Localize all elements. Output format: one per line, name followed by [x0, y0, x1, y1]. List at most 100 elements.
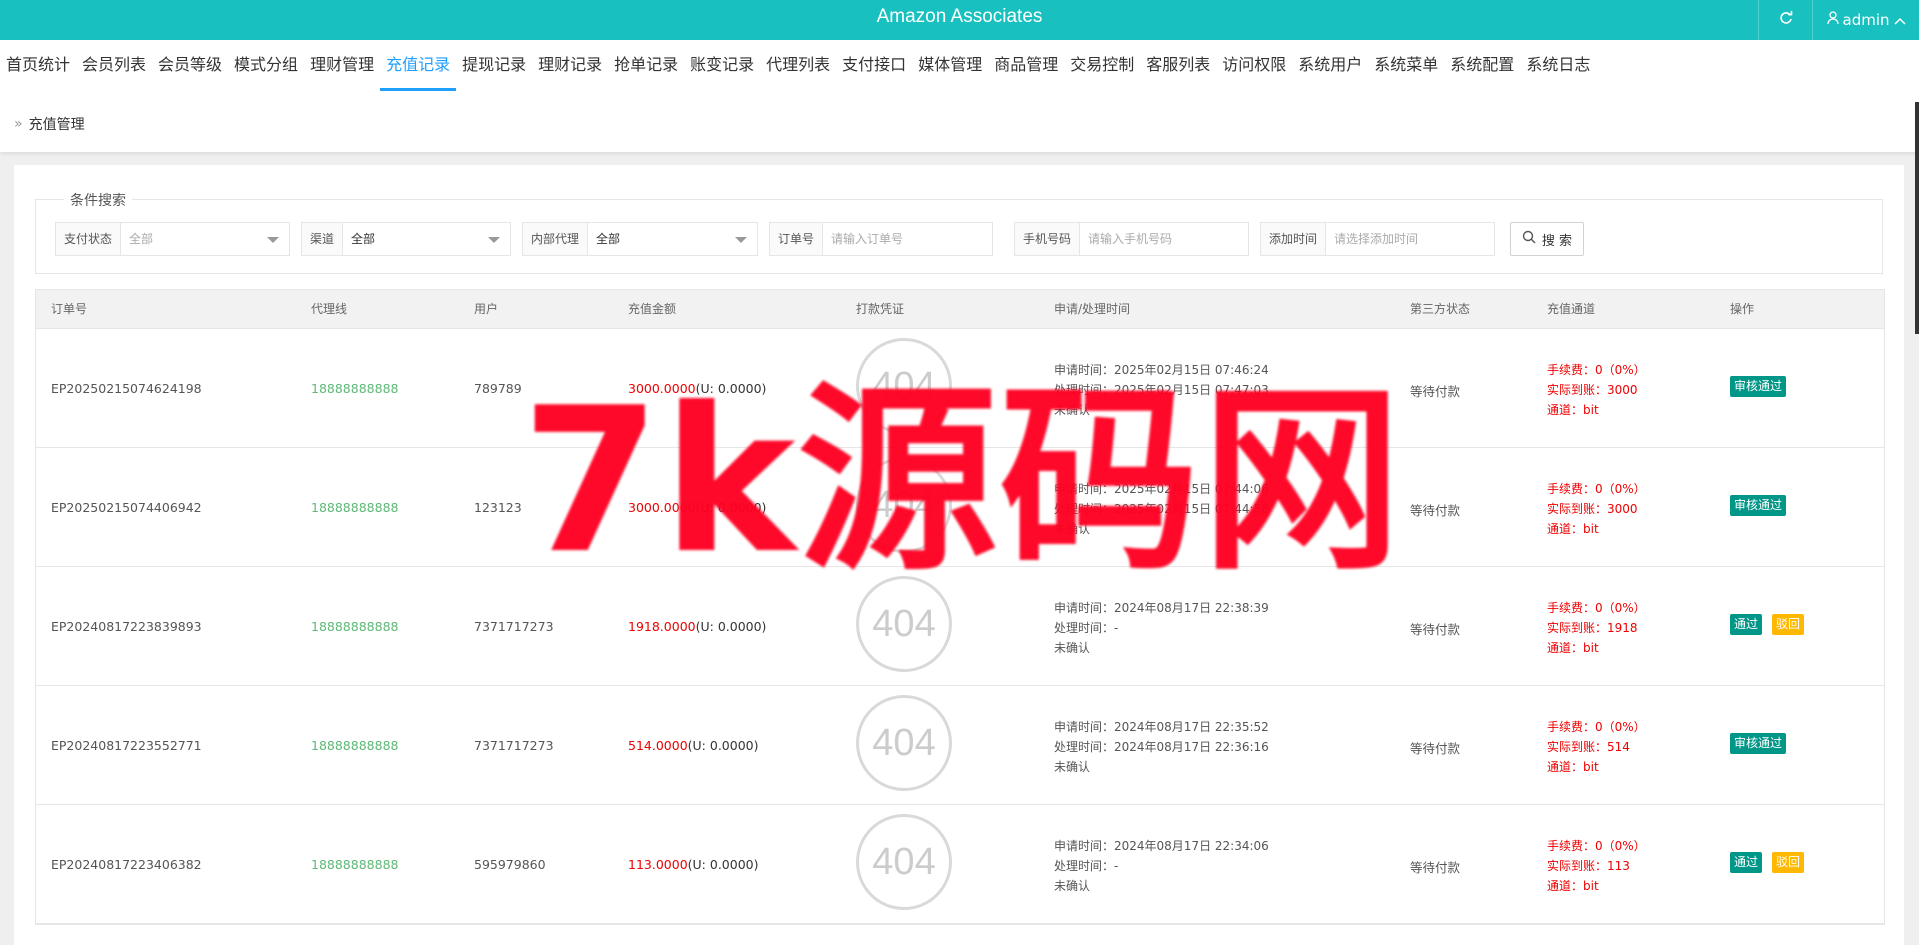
- row-actions: 审核通过: [1730, 376, 1787, 397]
- refresh-icon: [1779, 11, 1793, 29]
- pay-status-value: 全部: [121, 223, 289, 255]
- refresh-button[interactable]: [1758, 0, 1812, 40]
- recharge-channel: 手续费：0（0%） 实际到账：113 通道：bit: [1547, 836, 1646, 896]
- fee: 手续费：0（0%）: [1547, 482, 1646, 496]
- search-form: 条件搜索 支付状态 全部 渠道 全部 内部代理 全部 订单号 请输入订单号 手机…: [35, 190, 1883, 274]
- fee: 手续费：0（0%）: [1547, 363, 1646, 377]
- amount-value: 514.0000: [628, 738, 688, 753]
- nav-item[interactable]: 系统日志: [1520, 40, 1596, 91]
- nav-item[interactable]: 访问权限: [1216, 40, 1292, 91]
- column-header: 代理线: [311, 302, 348, 316]
- nav-item[interactable]: 交易控制: [1064, 40, 1140, 91]
- phone-field[interactable]: 手机号码 请输入手机号码: [1014, 222, 1249, 256]
- nav-item[interactable]: 账变记录: [684, 40, 760, 91]
- nav-item[interactable]: 会员等级: [152, 40, 228, 91]
- nav-item[interactable]: 理财记录: [532, 40, 608, 91]
- third-party-status: 等待付款: [1410, 741, 1461, 756]
- actual-amount: 实际到账：514: [1547, 740, 1630, 754]
- channel-select[interactable]: 渠道 全部: [301, 222, 511, 256]
- nav-item[interactable]: 抢单记录: [608, 40, 684, 91]
- breadcrumb-current: 充值管理: [28, 117, 85, 133]
- agent-line: 18888888888: [311, 857, 399, 872]
- row-actions: 审核通过: [1730, 733, 1787, 754]
- pay-status-select[interactable]: 支付状态 全部: [55, 222, 290, 256]
- nav-item[interactable]: 商品管理: [988, 40, 1064, 91]
- usdt-value: (U: 0.0000): [687, 738, 759, 753]
- payment-proof-image[interactable]: 404: [856, 814, 952, 910]
- chevron-down-icon: [267, 237, 279, 243]
- approve-button[interactable]: 通过: [1730, 614, 1763, 635]
- channel-name: 通道：bit: [1547, 403, 1599, 417]
- audit-pass-button[interactable]: 审核通过: [1730, 495, 1787, 516]
- agent-line: 18888888888: [311, 500, 399, 515]
- nav-item[interactable]: 模式分组: [228, 40, 304, 91]
- top-bar: Amazon Associates admin: [0, 0, 1919, 40]
- audit-pass-button[interactable]: 审核通过: [1730, 733, 1787, 754]
- third-party-status: 等待付款: [1410, 622, 1461, 637]
- process-time: 处理时间：-: [1054, 621, 1119, 635]
- fee: 手续费：0（0%）: [1547, 839, 1646, 853]
- search-button-label: 搜 索: [1541, 233, 1573, 249]
- apply-time: 申请时间：2024年08月17日 22:35:52: [1054, 720, 1269, 734]
- add-time-field[interactable]: 添加时间 请选择添加时间: [1260, 222, 1495, 256]
- usdt-value: (U: 0.0000): [695, 619, 767, 634]
- double-chevron-right-icon: »: [14, 116, 23, 132]
- process-time: 处理时间：2024年08月17日 22:36:16: [1054, 740, 1269, 754]
- internal-agent-label: 内部代理: [523, 223, 589, 255]
- nav-item[interactable]: 系统配置: [1444, 40, 1520, 91]
- user-id: 7371717273: [474, 619, 554, 634]
- user-icon: [1826, 11, 1839, 29]
- reject-button[interactable]: 驳回: [1772, 852, 1805, 873]
- recharge-amount: 1918.0000(U: 0.0000): [628, 619, 766, 634]
- nav-item[interactable]: 系统用户: [1292, 40, 1368, 91]
- agent-line: 18888888888: [311, 738, 399, 753]
- order-no-field[interactable]: 订单号 请输入订单号: [769, 222, 993, 256]
- column-header: 订单号: [51, 302, 88, 316]
- channel-name: 通道：bit: [1547, 522, 1599, 536]
- user-menu[interactable]: admin: [1812, 0, 1919, 40]
- recharge-channel: 手续费：0（0%） 实际到账：1918 通道：bit: [1547, 598, 1646, 658]
- nav-item[interactable]: 支付接口: [836, 40, 912, 91]
- column-header: 充值通道: [1547, 302, 1596, 316]
- nav-item[interactable]: 提现记录: [456, 40, 532, 91]
- nav-item[interactable]: 系统菜单: [1368, 40, 1444, 91]
- main-nav: 首页统计 会员列表 会员等级 模式分组 理财管理 充值记录 提现记录 理财记录 抢单记录 账变记录…: [0, 40, 1596, 92]
- nav-item[interactable]: 媒体管理: [912, 40, 988, 91]
- phone-label: 手机号码: [1015, 223, 1081, 255]
- agent-line: 18888888888: [311, 381, 399, 396]
- table-row: EP20240817223552771 18888888888 7371717273…: [36, 686, 1884, 805]
- nav-item[interactable]: 会员列表: [76, 40, 152, 91]
- actual-amount: 实际到账：1918: [1547, 621, 1638, 635]
- approve-button[interactable]: 通过: [1730, 852, 1763, 873]
- actual-amount: 实际到账：3000: [1547, 502, 1638, 516]
- recharge-channel: 手续费：0（0%） 实际到账：3000 通道：bit: [1547, 360, 1646, 420]
- scrollbar[interactable]: [1915, 102, 1919, 334]
- internal-agent-text: 全部: [596, 232, 621, 246]
- nav-item[interactable]: 理财管理: [304, 40, 380, 91]
- nav-item[interactable]: 首页统计: [0, 40, 76, 91]
- actual-amount: 实际到账：113: [1547, 859, 1630, 873]
- order-number: EP20240817223552771: [51, 738, 202, 753]
- add-time-label: 添加时间: [1261, 223, 1327, 255]
- nav-item[interactable]: 充值记录: [380, 40, 457, 91]
- search-button[interactable]: 搜 索: [1510, 222, 1584, 256]
- reject-button[interactable]: 驳回: [1772, 614, 1805, 635]
- confirm-status: 未确认: [1054, 760, 1091, 774]
- order-number: EP20250215074406942: [51, 500, 202, 515]
- fee: 手续费：0（0%）: [1547, 601, 1646, 615]
- apply-process-time: 申请时间：2024年08月17日 22:35:52 处理时间：2024年08月17…: [1054, 717, 1269, 777]
- payment-proof-image[interactable]: 404: [856, 695, 952, 791]
- chevron-down-icon: [488, 237, 500, 243]
- nav-item[interactable]: 客服列表: [1140, 40, 1216, 91]
- order-no-input[interactable]: 请输入订单号: [823, 223, 992, 255]
- nav-item[interactable]: 代理列表: [760, 40, 836, 91]
- pay-status-text: 全部: [129, 232, 154, 246]
- amount-value: 113.0000: [628, 857, 688, 872]
- internal-agent-select[interactable]: 内部代理 全部: [522, 222, 758, 256]
- audit-pass-button[interactable]: 审核通过: [1730, 376, 1787, 397]
- column-header: 用户: [474, 302, 499, 316]
- amount-value: 1918.0000: [628, 619, 696, 634]
- recharge-amount: 514.0000(U: 0.0000): [628, 738, 758, 753]
- phone-input[interactable]: 请输入手机号码: [1080, 223, 1248, 255]
- add-time-input[interactable]: 请选择添加时间: [1326, 223, 1494, 255]
